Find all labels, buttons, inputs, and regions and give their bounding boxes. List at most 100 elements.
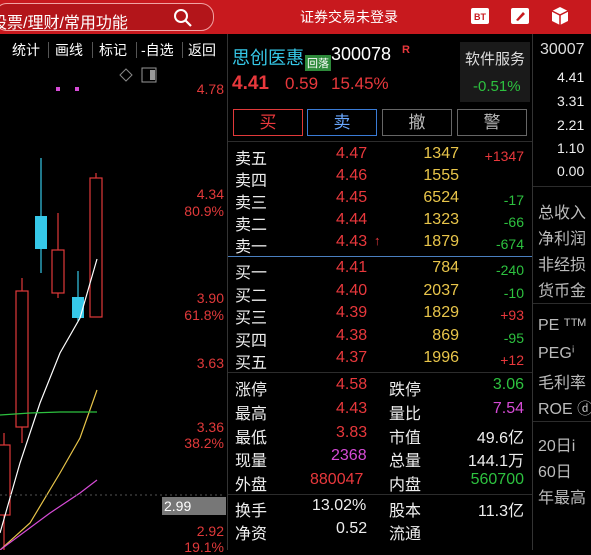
far-right-value: 2.21: [557, 117, 585, 133]
kline-chart[interactable]: 4.78 4.34 80.9% 3.90 61.8% 3.63 3.36 38.…: [0, 63, 226, 555]
ask-price[interactable]: 4.47: [336, 145, 367, 163]
stat-label: 现量: [235, 453, 268, 470]
stock-name[interactable]: 思创医惠: [232, 44, 304, 70]
far-right-code: 30007: [540, 41, 585, 58]
fundamental-label: 总收入: [538, 205, 587, 222]
ask-label: 卖四: [235, 173, 268, 190]
divider: [228, 372, 532, 373]
current-price-tag: 2.99: [162, 497, 226, 515]
toolbar-mark[interactable]: 标记: [99, 40, 127, 60]
bid-delta: +12: [500, 352, 524, 368]
stat-label: 市值: [389, 430, 422, 447]
fib-label: 38.2%: [184, 435, 224, 451]
bid-delta: -10: [503, 285, 524, 301]
fundamental-label: 年最高: [538, 490, 587, 507]
trade-icon[interactable]: BT: [470, 6, 490, 26]
stat-value: 144.1万: [467, 453, 524, 470]
far-right-value: 0.00: [557, 163, 585, 179]
bid-price[interactable]: 4.41: [336, 259, 367, 277]
ask-price[interactable]: 4.43: [336, 233, 367, 251]
stat-label: 净资: [235, 526, 268, 543]
ask-volume: 1347: [423, 145, 459, 162]
bid-price[interactable]: 4.40: [336, 282, 367, 300]
bid-label: 买四: [235, 333, 268, 350]
toolbar-divider: [92, 42, 93, 58]
toolbar-back[interactable]: 返回: [188, 40, 216, 60]
ask-volume: 1323: [423, 211, 459, 228]
bid-label: 买二: [235, 288, 268, 305]
ask-delta: -17: [503, 192, 524, 208]
up-arrow-icon: ↑: [374, 233, 381, 248]
stat-label: 内盘: [389, 477, 422, 494]
sector-pct: -0.51%: [473, 78, 521, 95]
fundamental-label: 净利润: [538, 231, 587, 248]
bid-volume: 1996: [423, 349, 459, 366]
fundamental-label: ROE ⓓ: [538, 401, 591, 418]
ask-label: 卖五: [235, 151, 268, 168]
far-right-value: 3.31: [557, 93, 585, 109]
bid-price[interactable]: 4.37: [336, 349, 367, 367]
fundamental-label: PE ᵀᵀᴹ: [538, 317, 586, 334]
stat-value: 560700: [470, 471, 524, 488]
stat-label: 外盘: [235, 477, 268, 494]
bid-price[interactable]: 4.39: [336, 304, 367, 322]
current-price: 4.41: [232, 73, 269, 94]
bid-label: 买五: [235, 355, 268, 372]
r-mark: R: [402, 44, 410, 56]
bid-label: 买一: [235, 265, 268, 282]
stat-value: 3.06: [492, 376, 524, 393]
fundamental-label: 货币金: [538, 283, 587, 300]
price-label: 3.36: [196, 419, 224, 435]
stat-label: 量比: [389, 406, 422, 423]
divider: [533, 303, 591, 304]
search-icon[interactable]: [173, 8, 193, 28]
buy-button[interactable]: 买: [233, 109, 303, 136]
fib-label: 19.1%: [184, 539, 224, 555]
search-box[interactable]: 股票/理财/常用功能: [0, 3, 214, 33]
sector-label: 软件服务: [465, 51, 526, 68]
toolbar-stats[interactable]: 统计: [12, 40, 40, 60]
fundamental-label: 20日i: [538, 438, 576, 455]
ask-delta: -66: [503, 214, 524, 230]
stat-value: 0.52: [336, 520, 368, 537]
bid-delta: -240: [495, 262, 524, 278]
ask-price[interactable]: 4.46: [336, 167, 367, 185]
bid-price[interactable]: 4.38: [336, 327, 367, 345]
box-icon[interactable]: [550, 6, 570, 26]
stat-value: 4.43: [336, 400, 368, 417]
ask-delta: +1347: [484, 148, 524, 164]
chart-toolbar: 统计 画线 标记 -自选 返回: [0, 36, 224, 63]
alert-button[interactable]: 警: [457, 109, 527, 136]
status-badge: 回落: [305, 55, 331, 71]
stat-label: 总量: [389, 453, 422, 470]
stat-label: 跌停: [389, 382, 422, 399]
ask-volume: 6524: [423, 189, 459, 206]
cancel-button[interactable]: 撤: [382, 109, 452, 136]
stat-label: 股本: [389, 503, 422, 520]
login-status[interactable]: 证券交易未登录: [300, 7, 398, 27]
stat-value: 49.6亿: [476, 430, 524, 447]
toolbar-watchlist[interactable]: -自选: [141, 40, 174, 60]
fundamental-label: 毛利率: [538, 375, 587, 392]
ask-label: 卖三: [235, 195, 268, 212]
ask-price[interactable]: 4.45: [336, 189, 367, 207]
price-label: 2.92: [196, 523, 224, 539]
edit-icon[interactable]: [510, 6, 530, 26]
search-input[interactable]: 股票/理财/常用功能: [0, 9, 128, 33]
stat-value: 3.83: [336, 424, 368, 441]
toolbar-divider: [182, 42, 183, 58]
bid-volume: 1829: [423, 304, 459, 321]
divider: [533, 421, 591, 422]
price-change-pct: 15.45%: [331, 74, 389, 93]
ask-price[interactable]: 4.44: [336, 211, 367, 229]
far-right-value: 1.10: [557, 140, 585, 156]
sector-box[interactable]: 软件服务 -0.51%: [460, 42, 530, 102]
stat-value: 2368: [331, 447, 367, 464]
ask-volume: 1879: [423, 233, 459, 250]
stat-label: 最高: [235, 406, 268, 423]
stat-value: 880047: [310, 471, 364, 488]
sell-button[interactable]: 卖: [307, 109, 377, 136]
bid-volume: 784: [432, 259, 459, 276]
divider: [228, 141, 532, 142]
toolbar-draw[interactable]: 画线: [55, 40, 83, 60]
